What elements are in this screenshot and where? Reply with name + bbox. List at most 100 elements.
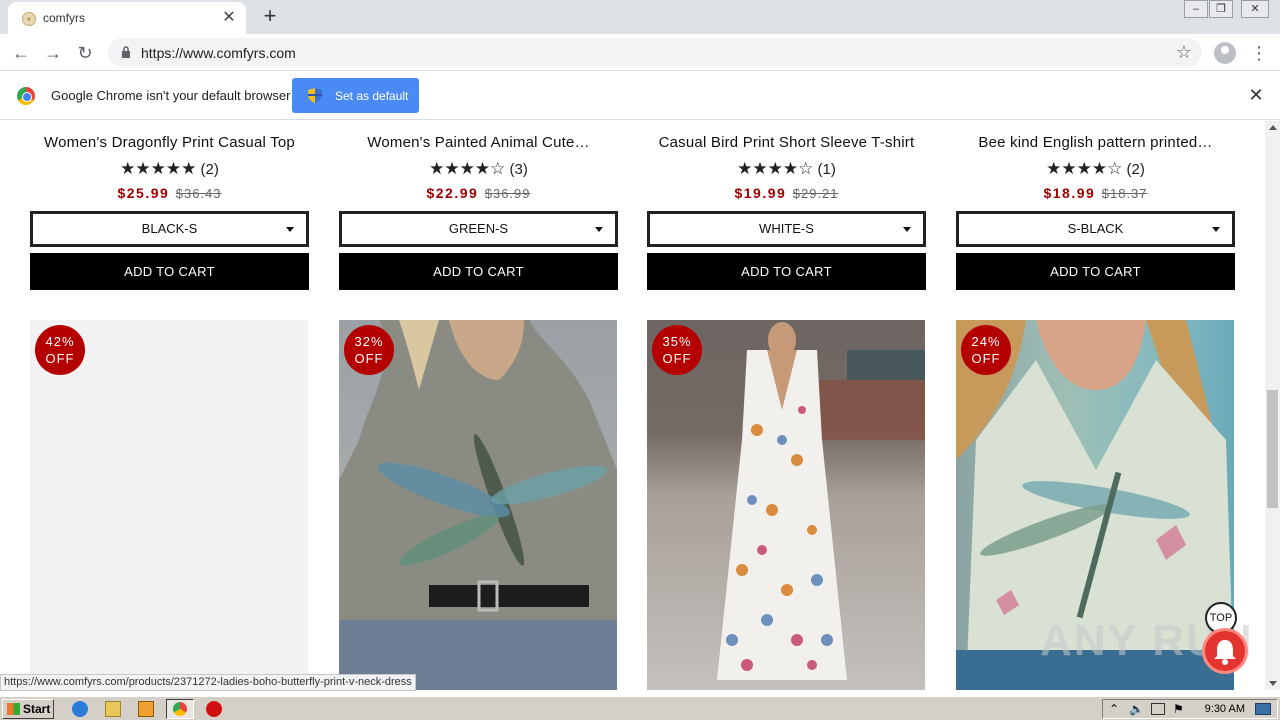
minimize-button[interactable]: – (1184, 0, 1208, 18)
variant-value: S-BLACK (1067, 221, 1124, 236)
uac-shield-icon (308, 88, 322, 103)
url-text: https://www.comfyrs.com (141, 45, 296, 61)
reload-icon[interactable]: ↻ (72, 40, 98, 66)
flag-icon[interactable]: ⚑ (1173, 702, 1184, 716)
rating-stars-icon: ★★★★☆ (1046, 159, 1123, 178)
ie-icon[interactable] (72, 701, 88, 717)
start-label: Start (23, 702, 51, 716)
price-row: $19.99 $29.21 (647, 185, 926, 203)
add-to-cart-button[interactable]: ADD TO CART (339, 253, 618, 290)
caret-down-icon (1212, 227, 1220, 232)
product-image-butterfly-dress[interactable]: 35% OFF (647, 320, 925, 690)
price-row: $22.99 $36.99 (339, 185, 618, 203)
back-icon[interactable]: ← (8, 40, 34, 66)
close-window-button[interactable]: ✕ (1241, 0, 1269, 18)
original-price: $29.21 (792, 186, 839, 201)
product-rating: ★★★★☆ (3) (339, 159, 618, 179)
caret-down-icon (595, 227, 603, 232)
variant-value: BLACK-S (141, 221, 198, 236)
product-rating: ★★★★☆ (1) (647, 159, 926, 179)
variant-value: WHITE-S (759, 221, 814, 236)
discount-badge: 35% OFF (652, 325, 702, 375)
address-bar[interactable]: https://www.comfyrs.com ☆ (108, 38, 1202, 67)
tray-arrow-icon[interactable]: ⌃ (1109, 702, 1119, 716)
infobar-close-icon[interactable]: ✕ (1246, 85, 1266, 105)
clock: 9:30 AM (1204, 703, 1245, 715)
product-name[interactable]: Women's Painted Animal Cute… (333, 134, 624, 151)
set-as-default-label: Set as default (335, 89, 409, 103)
tab-comfyrs[interactable]: comfyrs ✕ (8, 2, 246, 34)
volume-icon[interactable]: 🔈 (1129, 702, 1144, 716)
media-player-icon[interactable] (138, 701, 154, 717)
product-name[interactable]: Bee kind English pattern printed… (950, 134, 1241, 151)
price-row: $18.99 $18.37 (956, 185, 1235, 203)
stop-icon[interactable] (206, 701, 222, 717)
chrome-logo-icon (17, 87, 35, 105)
variant-select[interactable]: WHITE-S (647, 211, 926, 247)
new-tab-button[interactable]: + (258, 5, 282, 29)
review-count: (2) (200, 161, 219, 178)
discount-badge: 32% OFF (344, 325, 394, 375)
product-rating: ★★★★★ (2) (30, 159, 309, 179)
discount-badge: 24% OFF (961, 325, 1011, 375)
bookmark-star-icon[interactable]: ☆ (1176, 42, 1192, 63)
windows-taskbar: Start ⌃ 🔈 ⚑ 9:30 AM (0, 696, 1280, 720)
set-as-default-button[interactable]: Set as default (292, 78, 419, 113)
variant-select[interactable]: S-BLACK (956, 211, 1235, 247)
chrome-icon (173, 702, 187, 716)
scroll-thumb[interactable] (1267, 390, 1278, 508)
rating-stars-icon: ★★★★★ (120, 159, 197, 178)
variant-select[interactable]: GREEN-S (339, 211, 618, 247)
discount-off: OFF (971, 351, 1001, 366)
chrome-taskbar-button[interactable] (166, 699, 194, 719)
network-icon[interactable] (1151, 703, 1165, 715)
discount-off: OFF (662, 351, 692, 366)
discount-percent: 24% (971, 334, 1001, 349)
forward-icon[interactable]: → (40, 40, 66, 66)
caret-down-icon (903, 227, 911, 232)
price-row: $25.99 $36.43 (30, 185, 309, 203)
page-content: Women's Dragonfly Print Casual Top ★★★★★… (0, 121, 1265, 690)
review-count: (1) (817, 161, 836, 178)
original-price: $18.37 (1101, 186, 1148, 201)
show-desktop-icon[interactable] (1255, 703, 1271, 715)
folder-icon[interactable] (105, 701, 121, 717)
dragonfly-tee-illustration (339, 320, 617, 690)
rating-stars-icon: ★★★★☆ (429, 159, 506, 178)
scroll-down-icon[interactable] (1269, 681, 1277, 686)
add-to-cart-button[interactable]: ADD TO CART (647, 253, 926, 290)
discount-percent: 42% (45, 334, 75, 349)
discount-percent: 35% (662, 334, 692, 349)
page-scrollbar[interactable] (1265, 121, 1280, 690)
butterfly-dress-illustration (717, 322, 925, 680)
sale-price: $22.99 (426, 185, 479, 201)
start-button[interactable]: Start (2, 699, 54, 719)
original-price: $36.99 (484, 186, 531, 201)
scroll-up-icon[interactable] (1269, 125, 1277, 130)
discount-off: OFF (354, 351, 384, 366)
tab-close-icon[interactable]: ✕ (220, 9, 238, 27)
sale-price: $25.99 (117, 185, 170, 201)
product-rating: ★★★★☆ (2) (956, 159, 1235, 179)
tab-title: comfyrs (43, 11, 85, 25)
product-name[interactable]: Women's Dragonfly Print Casual Top (24, 134, 315, 151)
product-image-placeholder[interactable]: 42% OFF (30, 320, 308, 690)
add-to-cart-button[interactable]: ADD TO CART (30, 253, 309, 290)
review-count: (3) (509, 161, 528, 178)
product-image-dragonfly-tee[interactable]: 32% OFF (339, 320, 617, 690)
caret-down-icon (286, 227, 294, 232)
bell-glyph-icon (1214, 640, 1236, 665)
profile-avatar-icon[interactable] (1214, 42, 1236, 64)
product-name[interactable]: Casual Bird Print Short Sleeve T-shirt (641, 134, 932, 151)
chrome-menu-icon[interactable]: ⋮ (1250, 40, 1268, 66)
add-to-cart-button[interactable]: ADD TO CART (956, 253, 1235, 290)
discount-percent: 32% (354, 334, 384, 349)
notification-bell-icon[interactable] (1202, 628, 1248, 674)
discount-badge: 42% OFF (35, 325, 85, 375)
variant-select[interactable]: BLACK-S (30, 211, 309, 247)
tab-strip: comfyrs ✕ + – ❐ ✕ (0, 0, 1280, 34)
restore-button[interactable]: ❐ (1209, 0, 1233, 18)
site-favicon-icon (22, 12, 36, 26)
system-tray: ⌃ 🔈 ⚑ 9:30 AM (1102, 699, 1278, 719)
sale-price: $19.99 (734, 185, 787, 201)
